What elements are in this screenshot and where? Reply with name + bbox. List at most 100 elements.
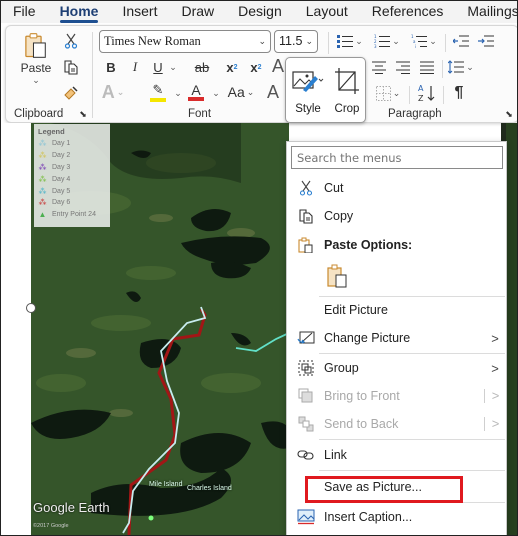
menu-separator: [319, 439, 505, 440]
menu-item-label: Edit Picture: [324, 303, 388, 317]
tab-layout[interactable]: Layout: [294, 1, 360, 23]
cut-icon: [64, 33, 78, 49]
menu-item-edit-picture[interactable]: Edit Picture: [287, 297, 506, 323]
text-effects-button[interactable]: A ⌄: [101, 81, 125, 102]
clipboard-dialog-launcher-icon[interactable]: ⬊: [78, 109, 88, 119]
resize-handle[interactable]: [26, 303, 36, 313]
bullets-button[interactable]: ⌄: [336, 32, 364, 50]
paste-button[interactable]: Paste ⌄: [16, 32, 56, 86]
menu-item-insert-caption[interactable]: Insert Caption...: [287, 504, 506, 530]
menu-separator: [319, 353, 505, 354]
style-button[interactable]: Style: [289, 64, 327, 120]
subscript-button[interactable]: x2: [224, 58, 240, 76]
font-color-button[interactable]: A: [186, 82, 206, 102]
cut-icon: [299, 180, 312, 196]
ribbon-home: Paste ⌄ Clipboard ⬊ Times New Roman ⌄ 11…: [5, 25, 517, 123]
multilevel-list-button[interactable]: 1ai ⌄: [410, 32, 438, 50]
clear-formatting-button[interactable]: A: [270, 56, 286, 76]
paragraph-group-label: Paragraph: [388, 108, 442, 120]
format-painter-icon: [64, 86, 78, 100]
crop-icon: [335, 68, 359, 94]
word-window: File Home Insert Draw Design Layout Refe…: [0, 0, 518, 536]
menu-item-label: Send to Back: [324, 417, 399, 431]
menu-item-cut[interactable]: Cut: [287, 175, 506, 201]
highlight-color-button[interactable]: ✎: [144, 82, 172, 102]
increase-indent-icon: [478, 35, 494, 47]
map-picture[interactable]: Legend ⁂ Day 1 ⁂ Day 2 ⁂ Day 3 ⁂ Day 4 ⁂ Day …: [31, 123, 289, 535]
legend-item: ⁂ Day 2: [38, 150, 106, 162]
bold-button[interactable]: B: [104, 58, 118, 76]
day-marker-icon: ⁂: [38, 151, 47, 161]
search-menus-input[interactable]: [291, 146, 503, 169]
menu-item-save-as-picture[interactable]: Save as Picture...: [287, 474, 506, 500]
menu-item-link[interactable]: Link: [287, 442, 506, 468]
menu-item-label: Bring to Front: [324, 389, 400, 403]
line-spacing-icon: [448, 60, 465, 74]
multilevel-list-icon: 1ai: [411, 34, 428, 48]
legend-item: ⁂ Day 4: [38, 173, 106, 185]
paste-label: Paste: [20, 61, 52, 75]
paragraph-dialog-launcher-icon[interactable]: ⬊: [504, 109, 514, 119]
show-formatting-marks-button[interactable]: ¶: [450, 82, 468, 104]
copy-button[interactable]: [62, 58, 80, 76]
map-copyright: ©2017 Google: [33, 523, 69, 529]
numbering-button[interactable]: 123 ⌄: [373, 32, 401, 50]
tab-design[interactable]: Design: [226, 1, 294, 23]
change-case-button[interactable]: Aa ⌄: [226, 82, 256, 102]
font-color-swatch: [188, 97, 204, 101]
format-painter-button[interactable]: [62, 84, 80, 102]
day-marker-icon: ⁂: [38, 186, 47, 196]
font-color-dropdown-icon[interactable]: ⌄: [212, 86, 220, 100]
menu-item-label: Paste Options:: [324, 238, 413, 252]
menu-item-copy[interactable]: Copy: [287, 203, 506, 229]
grow-font-button[interactable]: A: [264, 82, 282, 102]
align-center-button[interactable]: [370, 58, 388, 76]
borders-button[interactable]: ⌄: [371, 84, 405, 102]
legend-label: Day 3: [52, 163, 71, 171]
highlight-dropdown-icon[interactable]: ⌄: [174, 86, 182, 100]
menu-item-group[interactable]: Group >: [287, 355, 506, 381]
justify-button[interactable]: [418, 58, 436, 76]
tab-file[interactable]: File: [1, 1, 48, 23]
style-label: Style: [295, 103, 321, 115]
italic-button[interactable]: I: [128, 58, 142, 76]
legend-label: Day 2: [52, 152, 71, 160]
tab-mailings[interactable]: Mailings: [455, 1, 517, 23]
increase-indent-button[interactable]: [476, 32, 496, 50]
font-name-combo[interactable]: Times New Roman ⌄: [99, 30, 271, 53]
crop-button[interactable]: Crop: [328, 64, 366, 120]
menu-separator: [319, 470, 505, 471]
submenu-arrow-icon: >: [491, 360, 499, 376]
paste-options-icon: [297, 237, 312, 253]
copy-icon: [298, 209, 313, 224]
group-separator: [442, 60, 443, 78]
decrease-indent-button[interactable]: [451, 32, 471, 50]
group-separator: [409, 86, 410, 104]
line-spacing-button[interactable]: ⌄: [446, 58, 476, 76]
cut-button[interactable]: [62, 32, 80, 50]
tab-draw[interactable]: Draw: [169, 1, 226, 23]
align-right-button[interactable]: [394, 58, 412, 76]
picture-style-icon: [292, 71, 324, 92]
underline-button[interactable]: U: [151, 58, 165, 76]
tab-home[interactable]: Home: [48, 1, 111, 23]
sort-button[interactable]: AZ: [416, 82, 438, 104]
font-size-combo[interactable]: 11.5 ⌄: [274, 30, 318, 53]
submenu-arrow-icon: >: [484, 417, 506, 431]
paste-keep-source-button[interactable]: [324, 262, 350, 290]
strikethrough-button[interactable]: ab: [192, 58, 212, 76]
tab-references[interactable]: References: [360, 1, 456, 23]
menu-item-label: Group: [324, 361, 359, 375]
highlighter-icon: ✎: [152, 82, 164, 97]
underline-dropdown-icon[interactable]: ⌄: [169, 60, 177, 74]
copy-icon: [64, 60, 78, 75]
superscript-button[interactable]: x2: [248, 58, 264, 76]
menu-item-change-picture[interactable]: Change Picture >: [287, 325, 506, 351]
tab-insert[interactable]: Insert: [110, 1, 169, 23]
font-group-label: Font: [188, 108, 212, 120]
paste-dropdown-icon: ⌄: [32, 75, 40, 85]
menu-item-send-to-back: Send to Back >: [287, 411, 506, 437]
day-marker-icon: ⁂: [38, 139, 47, 149]
justify-icon: [420, 61, 434, 74]
text-effects-icon: A: [101, 81, 115, 102]
